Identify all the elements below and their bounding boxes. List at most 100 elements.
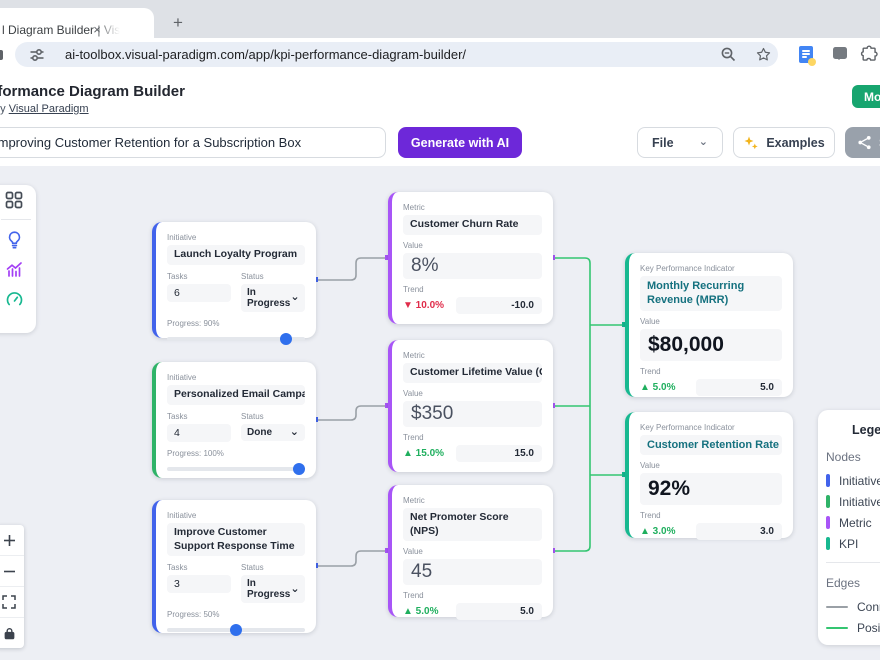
prompt-input[interactable]: Improving Customer Retention for a Subsc… — [0, 127, 386, 158]
trend-label: Trend — [640, 511, 782, 520]
trend-label: Trend — [403, 433, 542, 442]
chevron-down-icon: ⌄ — [290, 427, 299, 438]
kpi-node-2[interactable]: Key Performance Indicator Customer Reten… — [625, 412, 793, 538]
sparkles-icon — [743, 135, 759, 151]
zoom-out-icon[interactable] — [720, 46, 737, 63]
new-tab-button[interactable]: + — [166, 11, 190, 35]
initiative-title[interactable]: Launch Loyalty Program — [167, 245, 305, 265]
node-type-label: Initiative — [167, 233, 305, 242]
metric-value[interactable]: 45 — [403, 559, 542, 585]
tasks-input[interactable]: 3 — [167, 575, 231, 593]
file-menu-button[interactable]: File ⌄ — [637, 127, 723, 158]
legend-edges-header: Edges — [826, 576, 880, 590]
tasks-input[interactable]: 6 — [167, 284, 231, 302]
value-label: Value — [403, 389, 542, 398]
chevron-down-icon: ⌄ — [290, 584, 299, 595]
legend-item-kpi: KPI — [826, 533, 880, 554]
trend-input[interactable]: 5.0 — [696, 379, 782, 396]
byline: by Visual Paradigm — [0, 103, 89, 115]
site-settings-icon[interactable] — [29, 47, 45, 63]
status-select[interactable]: Done⌄ — [241, 424, 305, 441]
address-bar[interactable]: ai-toolbox.visual-paradigm.com/app/kpi-p… — [15, 42, 778, 67]
add-kpi-button[interactable] — [0, 284, 31, 314]
share-button[interactable]: Share — [845, 127, 880, 158]
kpi-value[interactable]: 92% — [640, 473, 782, 505]
reload-icon[interactable] — [0, 50, 3, 60]
palette-grid-button[interactable] — [0, 185, 31, 215]
browser-tab[interactable]: l Diagram Builder | Visuali × — [0, 8, 154, 38]
legend-item-connection: Connection — [826, 596, 880, 617]
examples-label: Examples — [766, 136, 824, 150]
initiative-node-3[interactable]: Initiative Improve Customer Support Resp… — [152, 500, 316, 633]
zoom-out-button[interactable] — [0, 556, 24, 587]
docs-extension-icon[interactable] — [799, 46, 813, 63]
trend-label: Trend — [403, 285, 542, 294]
add-initiative-button[interactable] — [0, 224, 31, 254]
kpi-value[interactable]: $80,000 — [640, 329, 782, 361]
trend-label: Trend — [403, 591, 542, 600]
kpi-title[interactable]: Monthly Recurring Revenue (MRR) — [640, 276, 782, 311]
kpi-title[interactable]: Customer Retention Rate — [640, 435, 782, 455]
tab-close-icon[interactable]: × — [88, 20, 106, 38]
metric-node-1[interactable]: Metric Customer Churn Rate Value 8% Tren… — [388, 192, 553, 324]
lightbulb-icon — [5, 230, 24, 249]
generate-with-ai-button[interactable]: Generate with AI — [398, 127, 522, 158]
file-menu-label: File — [652, 136, 674, 150]
chevron-down-icon: ⌄ — [290, 292, 299, 303]
progress-slider[interactable] — [167, 628, 305, 632]
metric-title[interactable]: Net Promoter Score (NPS) — [403, 508, 542, 541]
trend-chart-icon — [5, 260, 24, 279]
bookmark-star-icon[interactable] — [755, 46, 772, 63]
palette-divider — [1, 219, 31, 220]
tasks-input[interactable]: 4 — [167, 424, 231, 442]
value-label: Value — [403, 241, 542, 250]
trend-input[interactable]: 15.0 — [456, 445, 542, 462]
progress-slider[interactable] — [167, 337, 305, 341]
legend-nodes-header: Nodes — [826, 450, 880, 464]
metric-value[interactable]: 8% — [403, 253, 542, 279]
trend-input[interactable]: 5.0 — [456, 603, 542, 620]
more-tools-button[interactable]: More Tools — [852, 85, 880, 108]
visual-paradigm-link[interactable]: Visual Paradigm — [9, 103, 89, 115]
initiative-title[interactable]: Personalized Email Campaigns — [167, 385, 305, 405]
add-metric-button[interactable] — [0, 254, 31, 284]
initiative-title[interactable]: Improve Customer Support Response Time — [167, 523, 305, 556]
legend-item-positive: Positive — [826, 617, 880, 638]
metric-node-3[interactable]: Metric Net Promoter Score (NPS) Value 45… — [388, 485, 553, 617]
progress-slider[interactable] — [167, 467, 305, 471]
zoom-in-button[interactable] — [0, 525, 24, 556]
progress-label: Progress: 100% — [167, 449, 305, 458]
slider-thumb[interactable] — [293, 463, 305, 475]
tasks-label: Tasks — [167, 563, 231, 572]
slider-thumb[interactable] — [280, 333, 292, 345]
metric-color-swatch — [826, 516, 830, 529]
node-type-label: Metric — [403, 351, 542, 360]
node-palette — [0, 185, 36, 333]
metric-title[interactable]: Customer Lifetime Value (CLV) — [403, 363, 542, 383]
initiative-node-1[interactable]: Initiative Launch Loyalty Program Tasks … — [152, 222, 316, 338]
trend-input[interactable]: 3.0 — [696, 523, 782, 540]
trend-input[interactable]: -10.0 — [456, 297, 542, 314]
fit-view-button[interactable] — [0, 587, 24, 618]
node-type-label: Initiative — [167, 511, 305, 520]
byline-prefix: by — [0, 103, 9, 115]
extension-badge — [808, 58, 816, 66]
kpi-color-swatch — [826, 537, 830, 550]
status-label: Status — [241, 563, 305, 572]
initiative-node-2[interactable]: Initiative Personalized Email Campaigns … — [152, 362, 316, 478]
metric-title[interactable]: Customer Churn Rate — [403, 215, 542, 235]
status-select[interactable]: In Progress⌄ — [241, 284, 305, 312]
lock-button[interactable] — [0, 618, 24, 648]
positive-edge-swatch — [826, 627, 848, 629]
trend-label: Trend — [640, 367, 782, 376]
kpi-node-1[interactable]: Key Performance Indicator Monthly Recurr… — [625, 253, 793, 397]
metric-node-2[interactable]: Metric Customer Lifetime Value (CLV) Val… — [388, 340, 553, 472]
extensions-puzzle-icon[interactable] — [860, 45, 879, 64]
chat-extension-icon[interactable] — [833, 47, 847, 59]
tasks-label: Tasks — [167, 412, 231, 421]
examples-button[interactable]: Examples — [733, 127, 835, 158]
trend-percent: ▲ 5.0% — [640, 382, 690, 393]
status-select[interactable]: In Progress⌄ — [241, 575, 305, 603]
metric-value[interactable]: $350 — [403, 401, 542, 427]
tasks-label: Tasks — [167, 272, 231, 281]
